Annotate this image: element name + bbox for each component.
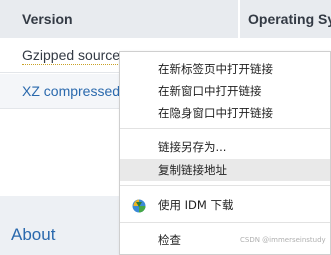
idm-download-icon bbox=[131, 197, 147, 213]
menu-item-open-in-new-tab[interactable]: 在新标签页中打开链接 bbox=[120, 58, 330, 80]
column-header-operating-system: Operating Sys bbox=[240, 0, 331, 38]
watermark: CSDN @immerseinstudy bbox=[240, 236, 326, 244]
menu-item-copy-link-address[interactable]: 复制链接地址 bbox=[120, 159, 330, 181]
menu-item-download-with-idm[interactable]: 使用 IDM 下载 bbox=[120, 194, 330, 216]
column-header-version: Version bbox=[0, 0, 238, 38]
menu-item-label: 使用 IDM 下载 bbox=[158, 198, 234, 212]
menu-separator bbox=[120, 222, 330, 223]
about-link[interactable]: About bbox=[11, 225, 55, 245]
gzipped-source-link[interactable]: Gzipped source bbox=[22, 47, 121, 65]
context-menu: 在新标签页中打开链接 在新窗口中打开链接 在隐身窗口中打开链接 链接另存为...… bbox=[119, 51, 331, 255]
menu-separator bbox=[120, 128, 330, 129]
menu-separator bbox=[120, 185, 330, 186]
menu-item-open-in-new-window[interactable]: 在新窗口中打开链接 bbox=[120, 80, 330, 102]
xz-compressed-link[interactable]: XZ compressed bbox=[22, 74, 120, 109]
menu-item-open-in-incognito[interactable]: 在隐身窗口中打开链接 bbox=[120, 102, 330, 124]
menu-item-save-link-as[interactable]: 链接另存为... bbox=[120, 136, 330, 158]
